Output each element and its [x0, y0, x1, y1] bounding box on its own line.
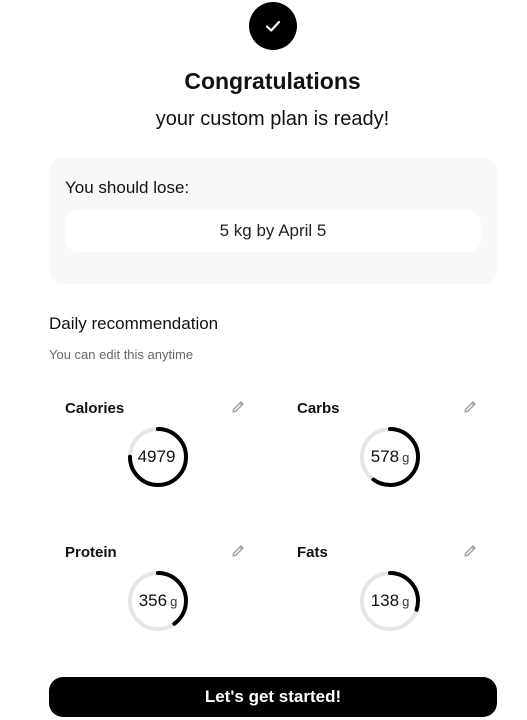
fats-progress-ring: 138 g	[358, 569, 422, 633]
metric-label-protein: Protein	[65, 544, 117, 561]
pencil-icon	[464, 545, 476, 557]
calories-value: 4979	[137, 447, 176, 466]
fats-unit: g	[402, 593, 410, 609]
success-checkmark-badge	[249, 2, 297, 50]
carbs-unit: g	[402, 449, 410, 465]
protein-unit: g	[170, 593, 178, 609]
metric-card-protein: Protein 356 g	[49, 534, 261, 664]
metric-label-calories: Calories	[65, 400, 125, 417]
protein-progress-ring: 356 g	[126, 569, 190, 633]
get-started-button[interactable]: Let's get started!	[49, 677, 497, 717]
goal-label: You should lose:	[65, 178, 190, 197]
checkmark-icon	[265, 20, 281, 32]
fats-value: 138	[370, 591, 400, 610]
page-title: Congratulations	[184, 68, 361, 94]
protein-value: 356	[138, 591, 168, 610]
carbs-progress-ring: 578 g	[358, 425, 422, 489]
metric-label-carbs: Carbs	[297, 400, 340, 417]
edit-carbs-button[interactable]	[461, 398, 479, 416]
page-subtitle: your custom plan is ready!	[155, 108, 390, 130]
pencil-icon	[464, 401, 476, 413]
daily-recommendation-subtitle: You can edit this anytime	[49, 347, 194, 362]
metric-label-fats: Fats	[297, 544, 328, 561]
pencil-icon	[232, 545, 244, 557]
daily-recommendation-title: Daily recommendation	[49, 314, 219, 333]
goal-card: You should lose: 5 kg by April 5	[49, 157, 497, 284]
edit-protein-button[interactable]	[229, 542, 247, 560]
metric-card-carbs: Carbs 578 g	[281, 390, 493, 520]
carbs-value: 578	[370, 447, 400, 466]
edit-fats-button[interactable]	[461, 542, 479, 560]
goal-value: 5 kg by April 5	[65, 210, 481, 252]
calories-progress-ring: 4979	[126, 425, 190, 489]
metric-card-fats: Fats 138 g	[281, 534, 493, 664]
edit-calories-button[interactable]	[229, 398, 247, 416]
pencil-icon	[232, 401, 244, 413]
metric-card-calories: Calories 4979	[49, 390, 261, 520]
